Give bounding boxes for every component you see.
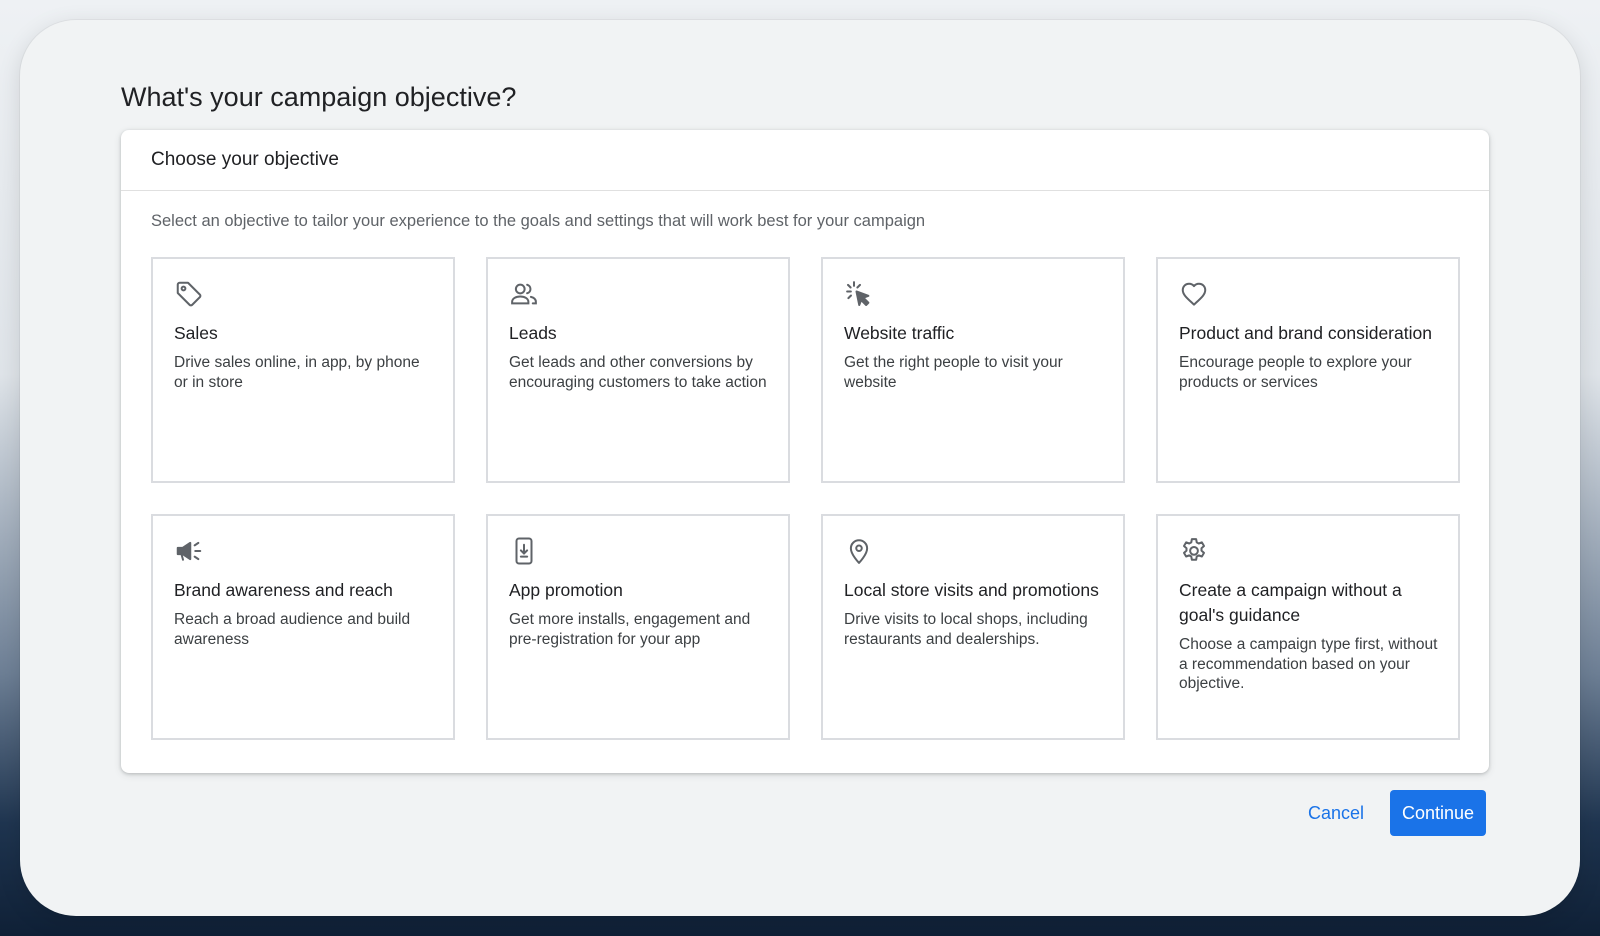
people-icon	[509, 279, 539, 309]
objective-tile-brand-awareness[interactable]: Brand awareness and reach Reach a broad …	[151, 514, 455, 740]
objective-tile-website-traffic[interactable]: Website traffic Get the right people to …	[821, 257, 1125, 483]
objective-card: Choose your objective Select an objectiv…	[121, 130, 1489, 773]
dialog-window: What's your campaign objective? Choose y…	[20, 20, 1580, 916]
objective-title: Local store visits and promotions	[844, 580, 1099, 600]
objective-title: Create a campaign without a goal's guida…	[1179, 580, 1402, 625]
card-title: Choose your objective	[151, 149, 339, 170]
objective-title: Sales	[174, 323, 218, 343]
objective-title: App promotion	[509, 580, 623, 600]
objective-tile-sales[interactable]: Sales Drive sales online, in app, by pho…	[151, 257, 455, 483]
objective-description: Drive sales online, in app, by phone or …	[174, 354, 420, 391]
objective-title: Product and brand consideration	[1179, 323, 1432, 343]
phone-download-icon	[509, 536, 539, 566]
objective-tile-app-promotion[interactable]: App promotion Get more installs, engagem…	[486, 514, 790, 740]
dialog-actions: Cancel Continue	[1296, 790, 1486, 836]
objective-grid: Sales Drive sales online, in app, by pho…	[151, 257, 1460, 740]
objective-description: Get the right people to visit your websi…	[844, 354, 1063, 391]
objective-title: Website traffic	[844, 323, 955, 343]
objective-description: Encourage people to explore your product…	[1179, 354, 1412, 391]
objective-description: Reach a broad audience and build awarene…	[174, 611, 411, 648]
heart-icon	[1179, 279, 1209, 309]
objective-tile-leads[interactable]: Leads Get leads and other conversions by…	[486, 257, 790, 483]
cursor-click-icon	[844, 279, 874, 309]
cancel-button[interactable]: Cancel	[1296, 793, 1376, 834]
objective-description: Get more installs, engagement and pre-re…	[509, 611, 751, 648]
objective-title: Leads	[509, 323, 557, 343]
card-subtitle: Select an objective to tailor your exper…	[151, 212, 926, 230]
objective-tile-product-brand-consideration[interactable]: Product and brand consideration Encourag…	[1156, 257, 1460, 483]
objective-description: Choose a campaign type first, without a …	[1179, 636, 1438, 692]
tag-icon	[174, 279, 204, 309]
gear-icon	[1179, 536, 1209, 566]
page-title: What's your campaign objective?	[121, 82, 517, 112]
continue-button[interactable]: Continue	[1390, 790, 1486, 836]
objective-tile-no-goal-guidance[interactable]: Create a campaign without a goal's guida…	[1156, 514, 1460, 740]
location-pin-icon	[844, 536, 874, 566]
card-header: Choose your objective	[121, 130, 1489, 191]
megaphone-icon	[174, 536, 204, 566]
objective-description: Get leads and other conversions by encou…	[509, 354, 767, 391]
objective-description: Drive visits to local shops, including r…	[844, 611, 1088, 648]
objective-tile-local-store-visits[interactable]: Local store visits and promotions Drive …	[821, 514, 1125, 740]
objective-title: Brand awareness and reach	[174, 580, 393, 600]
